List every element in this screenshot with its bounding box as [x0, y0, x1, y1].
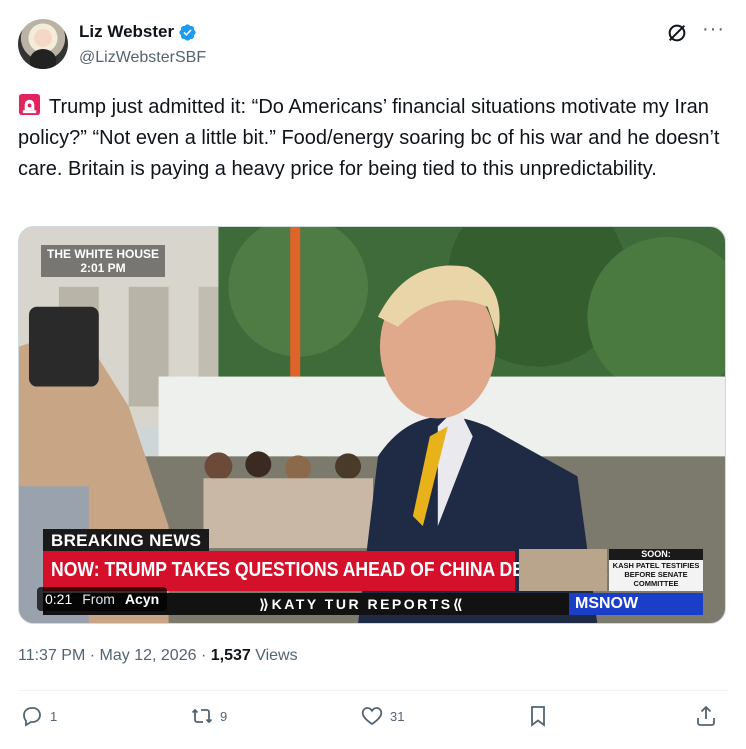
soon-text: KASH PATEL TESTIFIES BEFORE SENATE COMMI…	[612, 561, 700, 588]
like-button[interactable]: 31	[360, 704, 404, 728]
video-source[interactable]: Acyn	[125, 587, 159, 611]
tweet-time[interactable]: 11:37 PM	[18, 647, 85, 664]
soon-label: SOON:	[609, 549, 703, 560]
avatar[interactable]	[18, 19, 68, 69]
tweet-header: Liz Webster @LizWebsterSBF ···	[18, 14, 728, 74]
tweet-body: Trump just admitted it: “Do Americans’ f…	[18, 96, 720, 180]
bookmark-button[interactable]	[526, 704, 550, 728]
tweet-text: Trump just admitted it: “Do Americans’ f…	[18, 92, 728, 185]
meta-separator: ·	[89, 647, 100, 664]
breaking-news-label: BREAKING NEWS	[43, 529, 210, 553]
heart-icon	[361, 707, 383, 726]
author-name-row[interactable]: Liz Webster	[79, 22, 197, 42]
siren-icon	[18, 93, 41, 116]
reply-button[interactable]: 1	[20, 704, 57, 728]
divider	[18, 690, 728, 691]
repost-count: 9	[220, 708, 228, 724]
reply-count: 1	[50, 708, 58, 724]
location-bug: THE WHITE HOUSE 2:01 PM	[41, 245, 166, 277]
bookmark-icon	[531, 706, 545, 727]
location-bug-place: THE WHITE HOUSE	[47, 247, 160, 261]
grok-icon[interactable]	[666, 22, 688, 44]
video-player[interactable]: THE WHITE HOUSE 2:01 PM BREAKING NEWS NO…	[18, 226, 726, 624]
meta-separator: ·	[200, 647, 211, 664]
location-bug-time: 2:01 PM	[80, 261, 126, 275]
views-count: 1,537	[210, 647, 251, 664]
reply-icon	[23, 707, 41, 727]
tweet-date[interactable]: May 12, 2026	[100, 647, 197, 664]
more-options-icon[interactable]: ···	[702, 19, 724, 44]
views-label: Views	[255, 647, 298, 664]
show-name: ⟫KATY TUR REPORTS⟪	[259, 596, 466, 612]
repost-icon	[191, 708, 213, 724]
video-time: 0:21	[45, 591, 73, 607]
verified-badge-icon	[179, 23, 196, 41]
tweet-meta: 11:37 PM · May 12, 2026 · 1,537 Views	[18, 647, 298, 665]
share-button[interactable]	[694, 704, 718, 728]
action-bar: 1 9 31	[18, 704, 728, 738]
network-logo: MSNOW	[569, 593, 703, 615]
video-from-label: From	[82, 591, 115, 607]
repost-button[interactable]: 9	[190, 704, 227, 728]
like-count: 31	[390, 708, 405, 724]
pip-inset	[519, 549, 607, 591]
share-icon	[697, 705, 715, 726]
video-info-chip: 0:21 From Acyn	[37, 587, 168, 611]
display-name[interactable]: Liz Webster	[79, 22, 174, 42]
handle[interactable]: @LizWebsterSBF	[79, 49, 206, 67]
